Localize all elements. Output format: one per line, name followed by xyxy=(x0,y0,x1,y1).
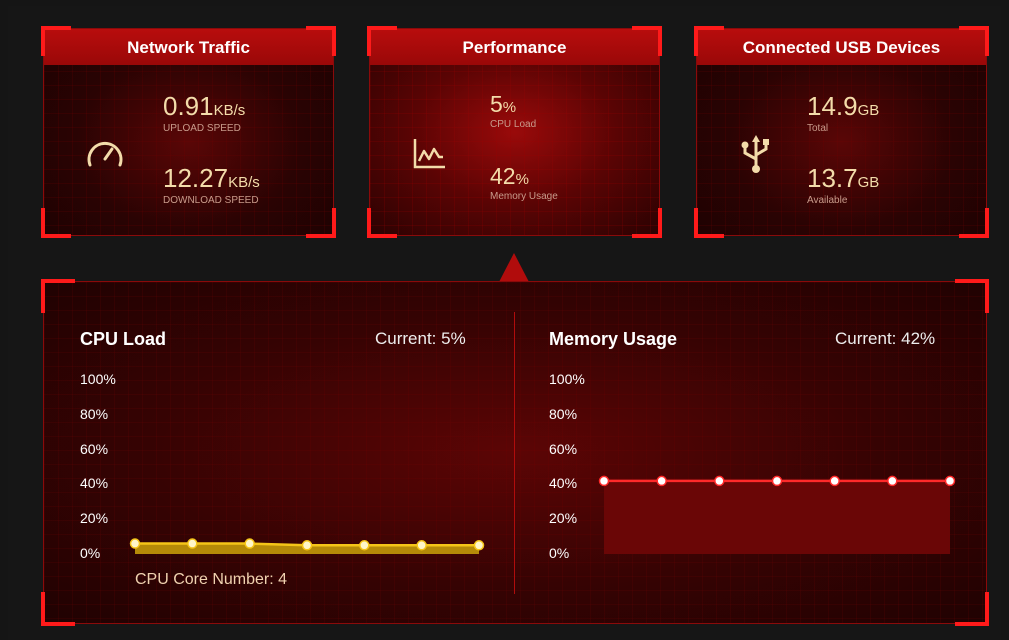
corner-accent xyxy=(41,208,71,238)
line-chart-icon xyxy=(413,137,447,174)
performance-detail-panel: CPU Load Current: 5% 100% 80% 60% 40% 20% 0% … xyxy=(41,279,989,626)
cpu-data-point[interactable] xyxy=(187,538,198,549)
corner-accent xyxy=(632,26,662,56)
memory-usage-value: 42 xyxy=(490,163,516,189)
cpu-data-point[interactable] xyxy=(301,540,313,551)
memory-data-point[interactable] xyxy=(829,475,840,487)
usb-devices-title: Connected USB Devices xyxy=(697,29,986,65)
usb-total-unit: GB xyxy=(857,102,880,119)
network-traffic-card[interactable]: Network Traffic 0.91KB/s UPLOAD SPEED 12… xyxy=(41,26,336,238)
memory-data-point[interactable] xyxy=(656,475,667,487)
cpu-data-point[interactable] xyxy=(473,540,485,551)
corner-accent xyxy=(632,208,662,238)
usb-total-metric: 14.9GB Total xyxy=(807,91,879,134)
memory-usage-unit: % xyxy=(515,171,529,188)
upload-speed-metric: 0.91KB/s UPLOAD SPEED xyxy=(163,91,245,134)
usb-total-label: Total xyxy=(807,123,829,134)
cpu-data-point[interactable] xyxy=(244,538,255,549)
corner-accent xyxy=(955,592,989,626)
performance-title: Performance xyxy=(370,29,659,65)
usb-devices-card[interactable]: Connected USB Devices 14.9GB Total 13.7G… xyxy=(694,26,989,238)
cpu-data-point[interactable] xyxy=(129,538,141,549)
cpu-data-point[interactable] xyxy=(416,540,427,551)
download-speed-unit: KB/s xyxy=(228,174,260,191)
memory-data-point[interactable] xyxy=(771,475,783,487)
cpu-load-value: 5 xyxy=(490,91,503,117)
memory-data-point[interactable] xyxy=(714,475,725,487)
usb-total-value: 14.9 xyxy=(807,91,858,121)
cpu-y-tick: 0% xyxy=(80,545,101,561)
memory-usage-chart xyxy=(598,475,956,554)
download-speed-label: DOWNLOAD SPEED xyxy=(163,195,259,206)
usb-available-metric: 13.7GB Available xyxy=(807,163,879,206)
usb-icon xyxy=(739,135,773,178)
memory-y-tick: 0% xyxy=(549,545,570,561)
corner-accent xyxy=(694,208,724,238)
corner-accent xyxy=(367,208,397,238)
memory-usage-label: Memory Usage xyxy=(490,191,558,202)
corner-accent xyxy=(367,26,397,56)
download-speed-value: 12.27 xyxy=(163,163,229,193)
usb-available-unit: GB xyxy=(857,174,880,191)
upload-speed-value: 0.91 xyxy=(163,91,214,121)
corner-accent xyxy=(306,26,336,56)
selection-pointer xyxy=(499,253,529,282)
memory-usage-metric: 42% Memory Usage xyxy=(490,163,558,202)
corner-accent xyxy=(41,592,75,626)
performance-card[interactable]: Performance 5% CPU Load 42% Memory Usage xyxy=(367,26,662,238)
upload-speed-label: UPLOAD SPEED xyxy=(163,123,241,134)
memory-data-point[interactable] xyxy=(598,475,610,487)
corner-accent xyxy=(694,26,724,56)
speedometer-icon xyxy=(84,135,126,176)
memory-area xyxy=(604,480,950,554)
network-traffic-title: Network Traffic xyxy=(44,29,333,65)
corner-accent xyxy=(41,26,71,56)
memory-data-point[interactable] xyxy=(944,475,956,487)
corner-accent xyxy=(959,208,989,238)
cpu-data-point[interactable] xyxy=(359,540,370,551)
usb-available-value: 13.7 xyxy=(807,163,858,193)
cpu-load-metric: 5% CPU Load xyxy=(490,91,536,130)
memory-data-point[interactable] xyxy=(887,475,898,487)
corner-accent xyxy=(959,26,989,56)
upload-speed-unit: KB/s xyxy=(213,102,246,119)
cpu-load-label: CPU Load xyxy=(490,119,537,130)
cpu-core-number: CPU Core Number: 4 xyxy=(135,571,288,588)
corner-accent xyxy=(306,208,336,238)
cpu-load-unit: % xyxy=(502,99,517,116)
usb-available-label: Available xyxy=(807,195,848,206)
download-speed-metric: 12.27KB/s DOWNLOAD SPEED xyxy=(163,163,260,206)
